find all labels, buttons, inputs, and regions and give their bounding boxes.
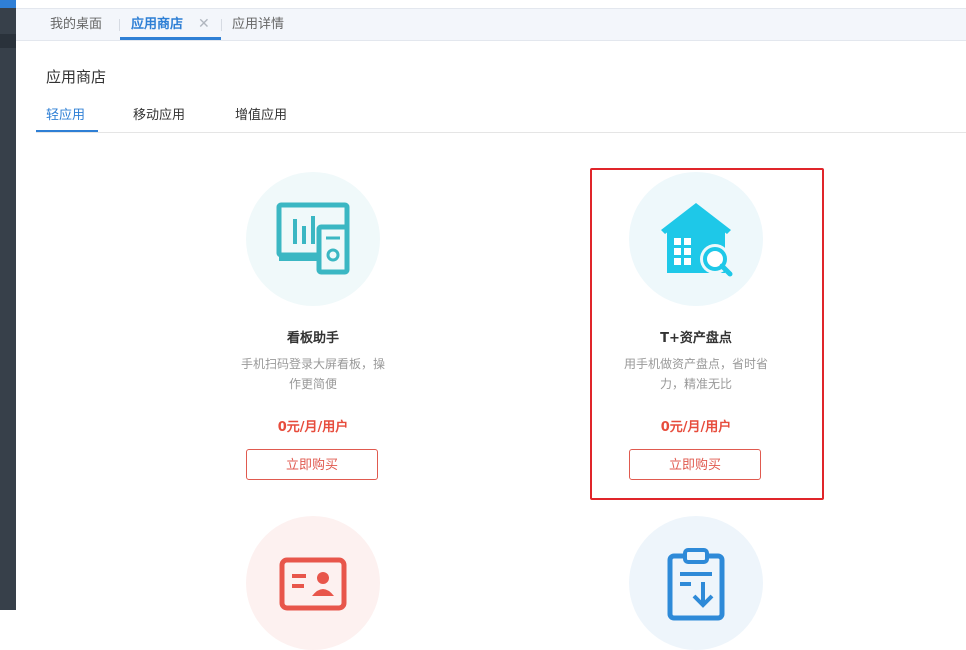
- tab-divider: [119, 19, 120, 31]
- app-description: 手机扫码登录大屏看板，操 作更简便: [238, 354, 388, 394]
- sidebar-accent: [0, 0, 16, 8]
- tab-app-details[interactable]: 应用详情: [232, 9, 284, 40]
- page-title: 应用商店: [46, 68, 107, 86]
- app-price: 0元/月/用户: [277, 420, 349, 435]
- tab-my-desktop[interactable]: 我的桌面: [50, 9, 102, 40]
- highlight-box: [590, 168, 824, 500]
- sidebar-marker: [0, 34, 16, 48]
- subtabs-divider: [36, 132, 966, 133]
- subtab-value-added-apps[interactable]: 增值应用: [235, 104, 287, 123]
- dashboard-monitor-icon: [276, 202, 350, 275]
- app-icon-circle: [246, 516, 380, 650]
- tab-app-store[interactable]: 应用商店: [131, 9, 183, 40]
- id-card-icon: [279, 557, 347, 611]
- app-icon-circle: [629, 516, 763, 650]
- app-icon-circle: [246, 172, 380, 306]
- top-strip: [16, 0, 966, 9]
- app-description-line: 手机扫码登录大屏看板，操: [240, 357, 385, 371]
- close-icon[interactable]: ✕: [198, 9, 210, 40]
- tab-divider: [221, 19, 222, 31]
- left-sidebar: [0, 0, 16, 610]
- clipboard-download-icon: [667, 548, 725, 621]
- tab-bar: 我的桌面 应用商店 ✕ 应用详情: [16, 9, 966, 41]
- app-description-line: 作更简便: [288, 377, 337, 391]
- app-name: 看板助手: [286, 331, 339, 346]
- subtab-mobile-apps[interactable]: 移动应用: [133, 104, 185, 123]
- buy-now-button[interactable]: 立即购买: [246, 449, 378, 480]
- subtab-light-apps[interactable]: 轻应用: [46, 104, 85, 123]
- active-tab-indicator: [120, 37, 221, 40]
